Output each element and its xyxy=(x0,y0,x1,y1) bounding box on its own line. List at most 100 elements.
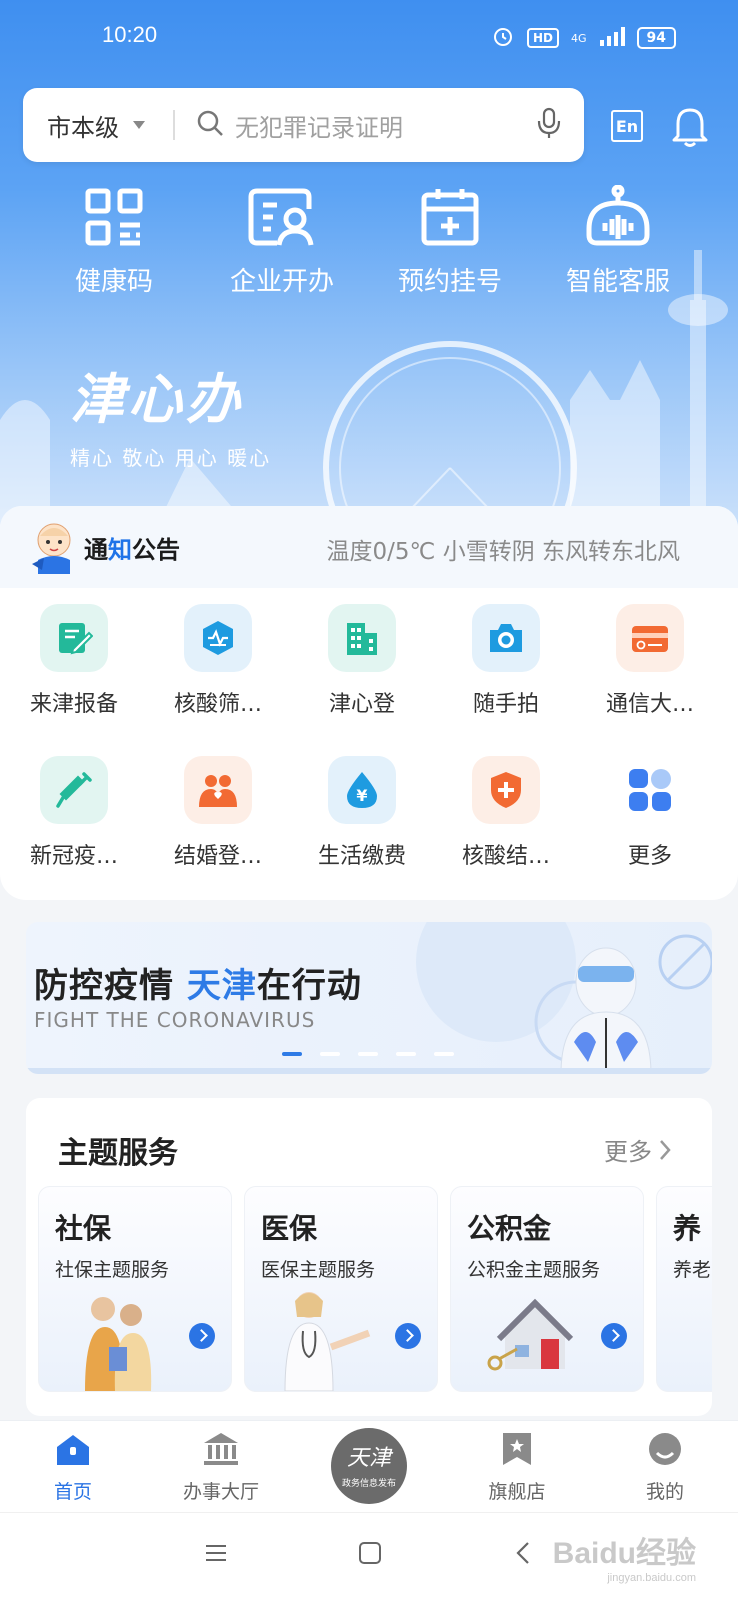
bookmark-star-icon xyxy=(503,1433,531,1465)
family-illustration xyxy=(85,1297,152,1391)
couple-icon xyxy=(184,756,252,824)
service-telecom[interactable]: 通信大… xyxy=(578,604,722,718)
service-more[interactable]: 更多 xyxy=(578,756,722,870)
topic-card-housing-fund[interactable]: 公积金 公积金主题服务 xyxy=(450,1186,644,1392)
chevron-down-icon xyxy=(133,121,145,129)
service-nucleic-screening[interactable]: 核酸筛… xyxy=(146,604,290,718)
topic-card-desc: 公积金主题服务 xyxy=(467,1259,601,1281)
service-label: 生活缴费 xyxy=(317,844,406,869)
chevron-right-icon xyxy=(660,1139,671,1160)
watermark-sub: jingyan.baidu.com xyxy=(607,1572,696,1584)
battery-indicator: 94 xyxy=(636,27,676,49)
tab-label: 旗舰店 xyxy=(488,1481,546,1503)
quick-action-appointment[interactable]: 预约挂号 xyxy=(366,185,534,298)
banner-subtitle: FIGHT THE CORONAVIRUS xyxy=(34,1008,316,1032)
card-icon xyxy=(616,604,684,672)
notice-title-part-1: 通 xyxy=(84,536,108,564)
carousel-dot[interactable] xyxy=(282,1052,302,1056)
back-icon[interactable] xyxy=(514,1541,532,1569)
quick-action-label: 预约挂号 xyxy=(397,267,502,297)
quick-action-label: 智能客服 xyxy=(565,267,670,297)
mascot-icon xyxy=(32,523,71,574)
language-button[interactable]: En xyxy=(605,104,649,148)
topic-card-social-security[interactable]: 社保 社保主题服务 xyxy=(38,1186,232,1392)
bell-icon[interactable] xyxy=(668,104,712,148)
home-square-icon[interactable] xyxy=(358,1541,382,1569)
arrow-right-icon[interactable] xyxy=(601,1323,627,1349)
service-jinxindeng[interactable]: 津心登 xyxy=(290,604,434,718)
topic-card-desc: 医保主题服务 xyxy=(261,1259,376,1281)
shield-plus-icon xyxy=(472,756,540,824)
notice-bar[interactable]: 通知公告 温度0/5℃ 小雪转阴 东风转东北风 xyxy=(0,506,738,588)
syringe-icon xyxy=(40,756,108,824)
banner-title: 防控疫情 天津在行动 xyxy=(34,958,362,1007)
quick-action-health-code[interactable]: 健康码 xyxy=(30,185,198,298)
topic-card-title: 公积金 xyxy=(467,1212,552,1245)
building-icon xyxy=(328,604,396,672)
gov-logo-subtext: 政务信息发布 xyxy=(341,1479,396,1489)
brand-block: 津心办 精心 敬心 用心 暖心 xyxy=(70,355,271,471)
services-card: 通知公告 温度0/5℃ 小雪转阴 东风转东北风 来津报备 核酸筛… 津心登 随手… xyxy=(0,506,738,900)
carousel-dot[interactable] xyxy=(358,1052,378,1056)
banner-bottom-bar xyxy=(26,1068,712,1074)
topic-services: 主题服务 更多 社保 社保主题服务 医保 医保主题服务 公积金 公积金主题服务 xyxy=(26,1098,712,1416)
topic-more-label: 更多 xyxy=(604,1138,652,1166)
arrow-right-icon[interactable] xyxy=(395,1323,421,1349)
network-label: 4G xyxy=(570,31,587,45)
service-marriage[interactable]: 结婚登… xyxy=(146,756,290,870)
language-label: En xyxy=(611,110,643,142)
service-covid-vaccine[interactable]: 新冠疫… xyxy=(2,756,146,870)
carousel-dot[interactable] xyxy=(396,1052,416,1056)
government-hall-icon xyxy=(204,1433,238,1465)
service-label: 新冠疫… xyxy=(29,844,118,869)
notice-title-part-3: 公告 xyxy=(132,536,180,564)
arrow-right-icon[interactable] xyxy=(189,1323,215,1349)
service-label: 来津报备 xyxy=(29,692,118,717)
gov-info-logo-button[interactable]: 天津 政务信息发布 xyxy=(331,1428,407,1504)
search-bar[interactable]: 市本级 无犯罪记录证明 xyxy=(23,88,584,162)
service-label: 更多 xyxy=(627,844,672,869)
house-key-illustration xyxy=(487,1298,574,1371)
service-label: 结婚登… xyxy=(173,844,262,869)
profile-icon xyxy=(649,1433,681,1465)
menu-icon[interactable] xyxy=(204,1541,228,1569)
edit-form-icon xyxy=(40,604,108,672)
search-input[interactable]: 无犯罪记录证明 xyxy=(235,108,536,143)
carousel-indicator xyxy=(282,1052,454,1056)
alarm-icon xyxy=(491,24,515,52)
microphone-icon[interactable] xyxy=(536,107,562,143)
notice-title-part-2: 知 xyxy=(108,536,132,564)
quick-action-label: 健康码 xyxy=(74,267,153,297)
tab-home[interactable]: 首页 xyxy=(13,1431,133,1504)
quick-action-business[interactable]: 企业开办 xyxy=(198,185,366,298)
service-snapshot[interactable]: 随手拍 xyxy=(434,604,578,718)
tab-profile[interactable]: 我的 xyxy=(605,1431,725,1504)
service-utility-payment[interactable]: ¥ 生活缴费 xyxy=(290,756,434,870)
promo-banner[interactable]: 防控疫情 天津在行动 FIGHT THE CORONAVIRUS xyxy=(26,922,712,1074)
tab-service-hall[interactable]: 办事大厅 xyxy=(161,1431,281,1504)
search-divider xyxy=(173,110,175,140)
hero-header: 10:20 HD 4G 94 市本级 无犯罪记录证明 En 健康码 企业开办 预… xyxy=(0,0,738,540)
brand-logo: 津心办 xyxy=(70,367,244,431)
gov-logo-text: 天津 xyxy=(346,1446,391,1471)
carousel-dot[interactable] xyxy=(434,1052,454,1056)
camera-icon xyxy=(472,604,540,672)
region-selector[interactable]: 市本级 xyxy=(23,108,173,143)
qr-code-icon xyxy=(85,188,143,246)
robot-icon xyxy=(586,185,650,246)
signal-icon xyxy=(599,26,625,50)
service-nucleic-result[interactable]: 核酸结… xyxy=(434,756,578,870)
topic-more-link[interactable]: 更多 xyxy=(604,1132,672,1167)
topic-card-medical-insurance[interactable]: 医保 医保主题服务 xyxy=(244,1186,438,1392)
tab-flagship-store[interactable]: 旗舰店 xyxy=(457,1431,577,1504)
topic-title: 主题服务 xyxy=(58,1136,178,1171)
business-card-icon xyxy=(248,188,314,246)
carousel-dot[interactable] xyxy=(320,1052,340,1056)
service-label: 随手拍 xyxy=(472,692,539,717)
service-arrival-report[interactable]: 来津报备 xyxy=(2,604,146,718)
service-label: 核酸筛… xyxy=(173,692,262,717)
quick-action-customer-service[interactable]: 智能客服 xyxy=(534,185,702,298)
notice-title: 通知公告 xyxy=(84,530,180,565)
topic-card-pension[interactable]: 养 养老 xyxy=(656,1186,712,1392)
service-label: 核酸结… xyxy=(461,844,550,869)
